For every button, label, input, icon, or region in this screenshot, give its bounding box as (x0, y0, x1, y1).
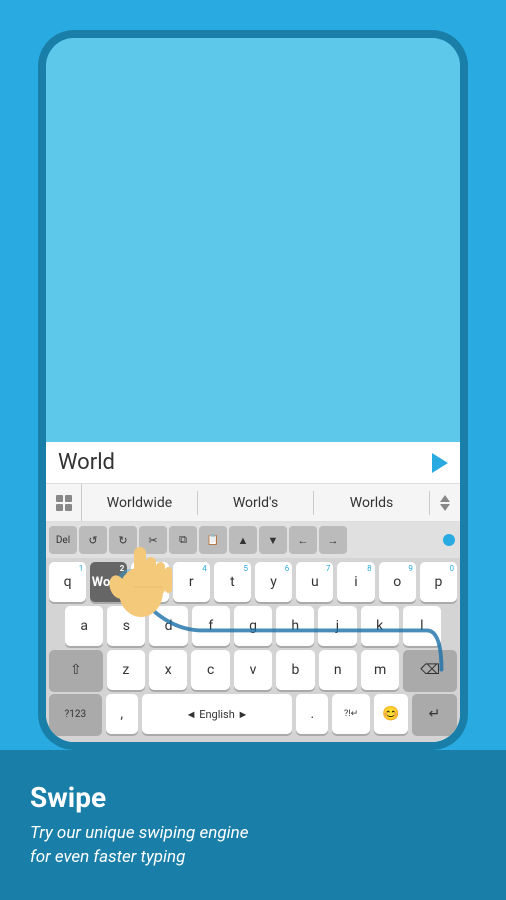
key-row-4: ?123 , ◄ English ► . ?!↵ 😊 ↵ (49, 694, 457, 734)
toolbar-del-btn[interactable]: Del (49, 526, 77, 554)
suggestions-bar: Worldwide World's Worlds (46, 484, 460, 522)
toolbar-redo-btn[interactable]: ↻ (109, 526, 137, 554)
send-icon[interactable] (432, 453, 448, 473)
key-special[interactable]: ?!↵ (332, 694, 370, 734)
key-n[interactable]: n (319, 650, 357, 690)
key-backspace[interactable]: ⌫ (403, 650, 457, 690)
toolbar-up-btn[interactable]: ▲ (229, 526, 257, 554)
typed-text: World (58, 450, 424, 475)
key-period[interactable]: . (296, 694, 328, 734)
key-space[interactable]: ◄ English ► (142, 694, 293, 734)
key-l[interactable]: l (403, 606, 441, 646)
swipe-desc-text: Try our unique swiping engine for even f… (30, 823, 248, 867)
toolbar-undo-btn[interactable]: ↺ (79, 526, 107, 554)
key-x[interactable]: x (149, 650, 187, 690)
key-h[interactable]: h (276, 606, 314, 646)
toolbar-right-btn[interactable]: → (319, 526, 347, 554)
suggestion-grid-btn[interactable] (46, 484, 82, 521)
word-overlay: World (92, 575, 126, 590)
key-q[interactable]: q1 (49, 562, 86, 602)
key-a[interactable]: a (65, 606, 103, 646)
key-k[interactable]: k (361, 606, 399, 646)
text-input-bar: World (46, 442, 460, 484)
key-u[interactable]: u7 (296, 562, 333, 602)
bottom-section: Swipe Try our unique swiping engine for … (0, 750, 506, 900)
key-emoji[interactable]: 😊 (374, 694, 408, 734)
key-s[interactable]: s (107, 606, 145, 646)
suggestion-worlds2[interactable]: Worlds (314, 491, 430, 515)
key-row-2: a s d f g h j k l (49, 606, 457, 646)
key-o[interactable]: o9 (379, 562, 416, 602)
key-j[interactable]: j (318, 606, 356, 646)
grid-icon (56, 495, 72, 511)
key-b[interactable]: b (276, 650, 314, 690)
key-t[interactable]: t5 (214, 562, 251, 602)
keyboard-container: World Worldwide World's Worlds (46, 442, 460, 742)
toolbar-copy-btn[interactable]: ⧉ (169, 526, 197, 554)
toolbar-paste-btn[interactable]: 📋 (199, 526, 227, 554)
key-y[interactable]: y6 (255, 562, 292, 602)
key-d[interactable]: d (149, 606, 187, 646)
swipe-description: Try our unique swiping engine for even f… (30, 822, 476, 870)
key-i[interactable]: i8 (337, 562, 374, 602)
toolbar-down-btn[interactable]: ▼ (259, 526, 287, 554)
toolbar-cut-btn[interactable]: ✂ (139, 526, 167, 554)
key-enter[interactable]: ↵ (412, 694, 457, 734)
suggestion-worldwide[interactable]: Worldwide (82, 491, 198, 515)
keyboard-rows: q1 World 2 e3 r4 t5 y6 u7 i8 o9 p0 a (46, 558, 460, 742)
key-p[interactable]: p0 (420, 562, 457, 602)
swipe-title: Swipe (30, 781, 476, 814)
key-e[interactable]: e3 (131, 562, 168, 602)
suggestion-worlds[interactable]: World's (198, 491, 314, 515)
key-numbers[interactable]: ?123 (49, 694, 102, 734)
key-row-3: ⇧ z x c v b n m ⌫ (49, 650, 457, 690)
key-f[interactable]: f (192, 606, 230, 646)
toolbar-blue-dot (443, 534, 455, 546)
key-m[interactable]: m (361, 650, 399, 690)
toolbar-left-btn[interactable]: ← (289, 526, 317, 554)
key-z[interactable]: z (107, 650, 145, 690)
scroll-up-icon (440, 495, 450, 502)
toolbar-row: Del ↺ ↻ ✂ ⧉ 📋 ▲ ▼ ← → (46, 522, 460, 558)
key-r[interactable]: r4 (173, 562, 210, 602)
suggestion-scroll[interactable] (430, 484, 460, 521)
key-v[interactable]: v (234, 650, 272, 690)
key-g[interactable]: g (234, 606, 272, 646)
key-comma[interactable]: , (106, 694, 138, 734)
phone-screen: World Worldwide World's Worlds (46, 38, 460, 742)
key-row-1: q1 World 2 e3 r4 t5 y6 u7 i8 o9 p0 (49, 562, 457, 602)
key-w[interactable]: World 2 (90, 562, 127, 602)
key-shift[interactable]: ⇧ (49, 650, 103, 690)
key-c[interactable]: c (191, 650, 229, 690)
scroll-down-icon (440, 504, 450, 511)
phone-frame: World Worldwide World's Worlds (38, 30, 468, 750)
screen-top (46, 38, 460, 442)
